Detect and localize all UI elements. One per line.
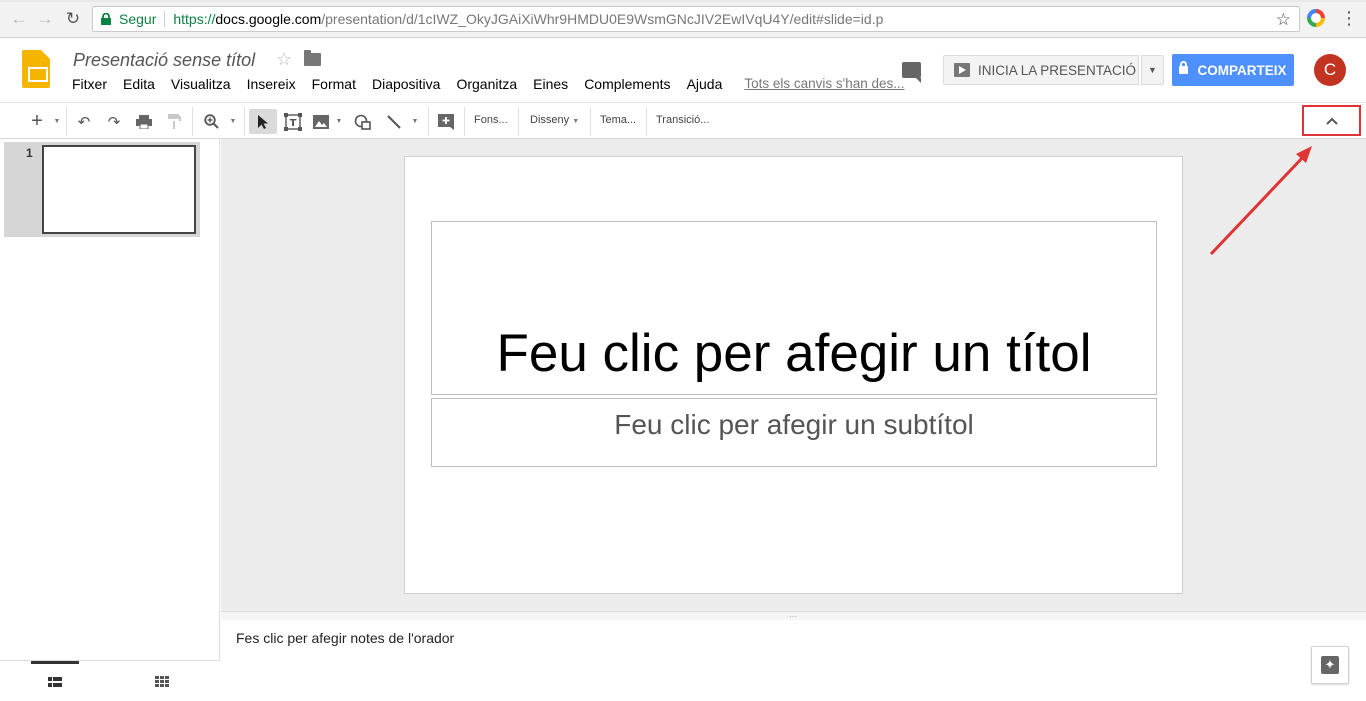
select-cursor-icon[interactable] [249,109,277,134]
present-label: INICIA LA PRESENTACIÓ [978,62,1137,78]
layout-caret-icon: ▼ [572,118,580,125]
url-path: /presentation/d/1cIWZ_OkyJGAiXiWhr9HMDU0… [321,11,884,27]
menu-addons[interactable]: Complements [584,76,670,92]
chevron-up-icon [1325,117,1338,125]
toolbar-divider [518,107,519,136]
folder-icon[interactable] [304,50,321,66]
title-placeholder: Feu clic per afegir un títol [496,324,1092,383]
menu-file[interactable]: Fitxer [72,76,107,92]
play-icon [954,63,970,77]
toolbar-divider [66,107,67,136]
layout-button[interactable]: Disseny ▼ [530,114,579,126]
address-bar[interactable]: Segur https:// docs.google.com /presenta… [92,6,1300,32]
url-scheme: https:// [173,11,216,27]
transition-button[interactable]: Transició... [656,114,709,126]
toolbar-divider [428,107,429,136]
menu-edit[interactable]: Edita [123,76,155,92]
extension-icon[interactable] [1307,9,1325,27]
view-switcher [0,660,220,700]
new-slide-layout-dropdown[interactable]: ▼ [52,109,62,134]
grid-view-icon[interactable] [140,661,184,701]
share-lock-icon [1179,61,1189,74]
present-button[interactable]: INICIA LA PRESENTACIÓ [943,55,1139,85]
chrome-menu-icon[interactable]: ⋮ [1340,8,1358,29]
speaker-notes[interactable]: Fes clic per afegir notes de l'orador ✦ [221,620,1366,700]
background-button[interactable]: Fons... [474,114,508,126]
subtitle-placeholder: Feu clic per afegir un subtítol [614,409,974,440]
secure-label: Segur [119,11,157,27]
notes-resize-handle[interactable]: ⋯ [221,611,1366,621]
menu-view[interactable]: Visualitza [171,76,231,92]
lock-icon [93,13,113,25]
menu-help[interactable]: Ajuda [687,76,723,92]
list-view-icon[interactable] [31,661,79,701]
menubar: Fitxer Edita Visualitza Insereix Format … [72,76,905,92]
slide-canvas[interactable]: Feu clic per afegir un títol Feu clic pe… [404,156,1183,594]
menu-slide[interactable]: Diapositiva [372,76,440,92]
star-icon[interactable]: ☆ [276,49,292,70]
toolbar-divider [590,107,591,136]
slides-logo-icon[interactable] [22,50,50,88]
browser-top-border [0,0,1366,2]
textbox-icon[interactable]: T [282,109,304,134]
annotation-arrow [1209,146,1312,256]
last-edit-status[interactable]: Tots els canvis s'han des... [744,76,904,92]
forward-icon[interactable]: → [34,8,56,30]
slide-thumbnail-row[interactable]: 1 [4,142,200,237]
menu-format[interactable]: Format [312,76,356,92]
bookmark-star-icon[interactable]: ☆ [1276,10,1291,30]
avatar[interactable]: C [1314,54,1346,86]
url-host: docs.google.com [215,11,322,27]
slide-thumbnail[interactable] [42,145,196,234]
slide-canvas-area: Feu clic per afegir un títol Feu clic pe… [221,139,1366,611]
print-icon[interactable] [134,109,154,134]
line-icon[interactable] [384,109,404,134]
notes-placeholder: Fes clic per afegir notes de l'orador [236,630,455,646]
comment-add-icon[interactable] [435,109,457,134]
shape-icon[interactable] [352,109,374,134]
paint-format-icon[interactable] [164,109,184,134]
menu-tools[interactable]: Eines [533,76,568,92]
new-slide-icon[interactable]: + [26,109,48,134]
undo-icon[interactable]: ↶ [74,109,94,134]
menu-arrange[interactable]: Organitza [456,76,517,92]
toolbar-divider [244,107,245,136]
toolbar-divider [192,107,193,136]
comment-icon[interactable] [902,62,921,83]
slide-filmstrip: 1 [0,139,220,700]
url-separator [164,11,166,27]
explore-icon: ✦ [1321,656,1339,674]
menu-insert[interactable]: Insereix [247,76,296,92]
back-icon[interactable]: ← [8,8,30,30]
reload-icon[interactable]: ↻ [62,8,84,30]
zoom-dropdown[interactable]: ▼ [228,109,238,134]
toolbar: + ▼ ↶ ↷ ▼ T ▼ ▼ Fons... Disseny ▼ Tema..… [0,102,1366,139]
subtitle-placeholder-box[interactable]: Feu clic per afegir un subtítol [431,398,1157,467]
redo-icon[interactable]: ↷ [104,109,124,134]
toolbar-divider [646,107,647,136]
present-dropdown-button[interactable]: ▼ [1141,55,1164,85]
share-button[interactable]: COMPARTEIX [1172,54,1294,86]
share-label: COMPARTEIX [1197,62,1287,78]
zoom-icon[interactable] [200,109,222,134]
collapse-menus-button[interactable] [1302,105,1361,136]
document-title[interactable]: Presentació sense títol [73,50,255,71]
theme-button[interactable]: Tema... [600,114,636,126]
explore-button[interactable]: ✦ [1311,646,1349,684]
layout-label: Disseny [530,114,570,126]
title-placeholder-box[interactable]: Feu clic per afegir un títol [431,221,1157,395]
image-dropdown[interactable]: ▼ [334,109,344,134]
app-header: Presentació sense títol ☆ Fitxer Edita V… [0,38,1366,102]
svg-text:T: T [290,118,297,129]
toolbar-divider [464,107,465,136]
slide-number: 1 [26,146,33,160]
image-icon[interactable] [311,109,331,134]
browser-chrome: ← → ↻ Segur https:// docs.google.com /pr… [0,0,1366,38]
line-dropdown[interactable]: ▼ [410,109,420,134]
